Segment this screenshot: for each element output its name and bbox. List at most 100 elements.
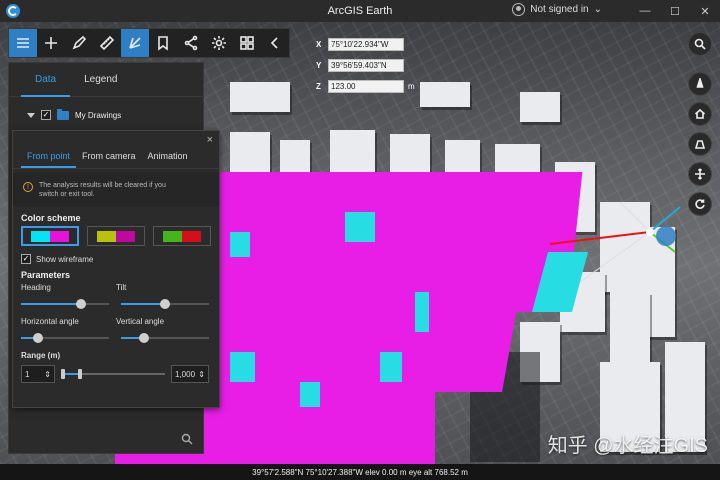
show-wireframe-option[interactable]: ✓ Show wireframe [13,246,219,270]
minimize-button[interactable]: — [630,0,660,22]
viewshed-visible-area [230,352,255,382]
status-bar: 39°57'2.588"N 75°10'27.388"W elev 0.00 m… [0,464,720,480]
show-wireframe-checkbox[interactable]: ✓ [21,254,31,264]
window-title: ArcGIS Earth [327,5,393,17]
param-sliders-row [13,329,219,347]
sign-in-status: Not signed in [530,4,589,15]
range-max-input[interactable]: 1,000 ⇕ [171,365,209,383]
tilt-view-button[interactable] [688,132,712,156]
visible-color-chip [31,230,50,242]
tab-from-camera[interactable]: From camera [76,144,142,168]
param-labels-row: Heading Tilt [13,283,219,295]
observer-point[interactable] [646,228,654,236]
building [520,92,560,122]
warning-icon: ! [23,182,33,192]
show-wireframe-label: Show wireframe [36,254,94,264]
pan-button[interactable] [688,162,712,186]
layer-item-my-drawings[interactable]: ✓ My Drawings [9,103,203,127]
heading-label: Heading [21,283,51,292]
param-sliders-row [13,295,219,313]
visible-color-chip [163,230,182,242]
spinner-icon[interactable]: ⇕ [44,370,51,379]
measure-button[interactable] [93,29,121,57]
tilt-icon [694,140,706,149]
compass-button[interactable] [688,72,712,96]
rotate-button[interactable] [688,192,712,216]
hidden-color-chip [182,230,201,242]
slider-thumb[interactable] [32,333,43,343]
chevron-down-icon: ⌄ [593,4,602,15]
slider-thumb[interactable] [138,333,149,343]
horizontal-angle-slider[interactable] [21,329,109,347]
tab-data[interactable]: Data [21,63,71,97]
contents-icon [17,38,29,48]
close-window-button[interactable]: ✕ [690,0,720,22]
building [230,82,290,112]
viewshed-button[interactable] [121,29,149,57]
hidden-color-chip [50,230,69,242]
grid-button[interactable] [233,29,261,57]
search-button[interactable] [688,32,712,56]
vertical-angle-label: Vertical angle [116,317,165,326]
z-coordinate-input[interactable]: 123.00 [328,80,404,93]
hidden-color-chip [116,230,135,242]
pan-icon [695,168,705,180]
contents-button[interactable] [9,29,37,57]
color-scheme-option[interactable] [153,226,211,246]
building [610,292,650,372]
title-bar: ArcGIS Earth Not signed in ⌄ — ☐ ✕ [0,0,720,22]
visible-color-chip [97,230,116,242]
navigation-controls [688,32,712,216]
close-panel-button[interactable]: × [207,134,213,146]
view-line [619,202,651,233]
observer-manipulator[interactable] [540,202,690,302]
viewshed-visible-area [415,292,429,332]
search-icon[interactable] [181,433,193,445]
z-unit: m [408,82,415,91]
color-scheme-option[interactable] [87,226,145,246]
heading-slider[interactable] [21,295,109,313]
caret-down-icon[interactable] [27,112,35,118]
share-icon [184,35,198,51]
bookmark-button[interactable] [149,29,177,57]
coordinate-panel: X 75°10'22.934"W Y 39°56'59.403"N Z 123.… [316,34,415,97]
tilt-slider[interactable] [121,295,209,313]
tab-from-point[interactable]: From point [21,144,77,168]
folder-icon [57,108,69,120]
sign-in-menu[interactable]: Not signed in ⌄ [512,3,602,16]
layer-label: My Drawings [75,110,122,120]
color-scheme-option[interactable] [21,226,79,246]
maximize-button[interactable]: ☐ [660,0,690,22]
share-button[interactable] [177,29,205,57]
x-coordinate-input[interactable]: 75°10'22.934"W [328,38,404,51]
add-button[interactable] [37,29,65,57]
slider-thumb[interactable] [160,299,170,309]
range-min-input[interactable]: 1 ⇕ [21,365,55,383]
range-slider[interactable] [61,365,165,383]
observer-handle[interactable] [656,226,676,246]
spinner-icon[interactable]: ⇕ [198,370,205,379]
range-max-thumb[interactable] [77,369,82,379]
viewshed-hidden-area [172,302,518,392]
collapse-toolbar-button[interactable] [261,29,289,57]
range-label: Range (m) [21,351,61,360]
y-coordinate-input[interactable]: 39°56'59.403"N [328,59,404,72]
draw-icon [72,35,87,50]
tab-legend[interactable]: Legend [70,63,131,97]
viewshed-icon [129,37,141,49]
analysis-notice: ! The analysis results will be cleared i… [13,173,219,207]
home-button[interactable] [688,102,712,126]
settings-icon [212,36,226,50]
measure-icon [99,35,115,51]
viewshed-panel: × From point From camera Animation ! The… [12,130,220,408]
draw-button[interactable] [65,29,93,57]
param-labels-row: Horizontal angle Vertical angle [13,317,219,329]
slider-thumb[interactable] [75,299,86,309]
layer-visibility-checkbox[interactable]: ✓ [41,110,51,120]
vertical-angle-slider[interactable] [121,329,209,347]
color-scheme-title: Color scheme [21,213,81,223]
tab-animation[interactable]: Animation [142,144,194,168]
settings-button[interactable] [205,29,233,57]
range-min-thumb[interactable] [61,369,65,379]
slider-fill [21,303,81,305]
